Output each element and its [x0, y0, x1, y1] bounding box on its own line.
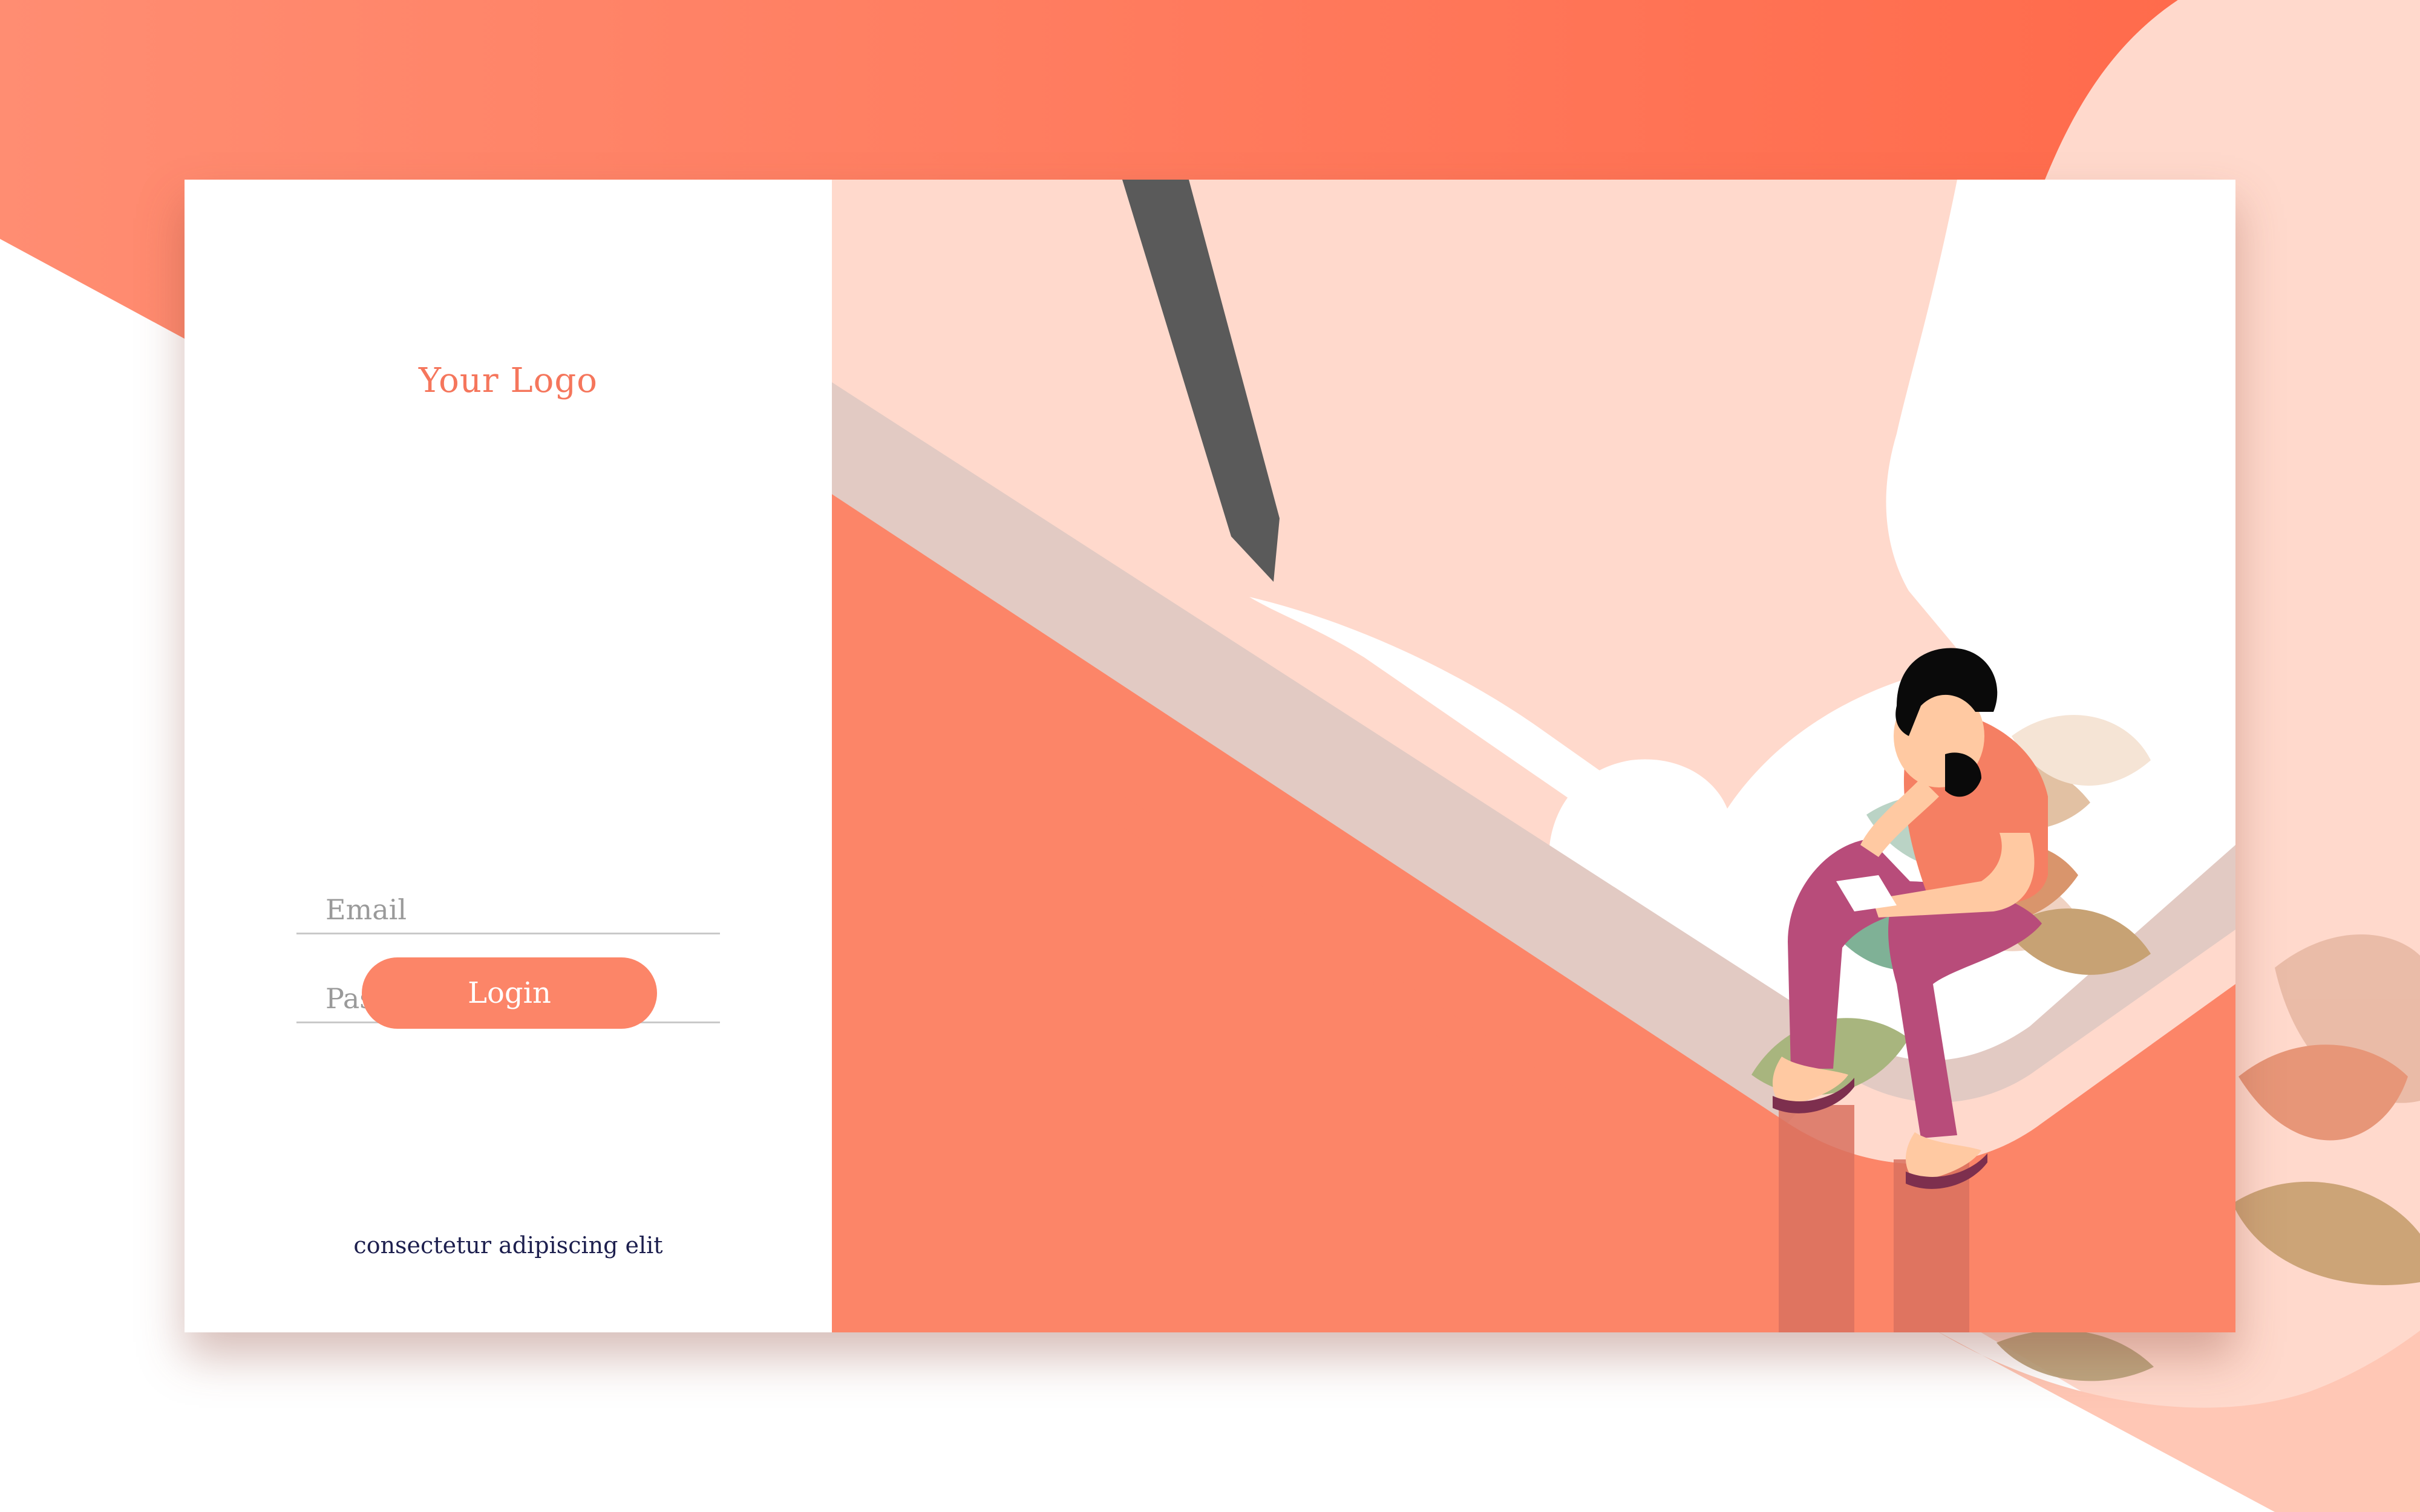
logo: Your Logo — [419, 361, 598, 400]
login-button[interactable]: Login — [362, 957, 657, 1029]
page: Your Logo Login consectetur adipiscing e… — [0, 0, 2420, 1512]
illustration-panel — [832, 180, 2235, 1332]
login-card: Your Logo Login consectetur adipiscing e… — [185, 180, 2235, 1332]
footer-tagline: consectetur adipiscing elit — [353, 1232, 663, 1259]
email-field[interactable] — [296, 886, 720, 934]
login-panel: Your Logo Login consectetur adipiscing e… — [185, 180, 832, 1332]
hero-illustration — [832, 180, 2235, 1332]
